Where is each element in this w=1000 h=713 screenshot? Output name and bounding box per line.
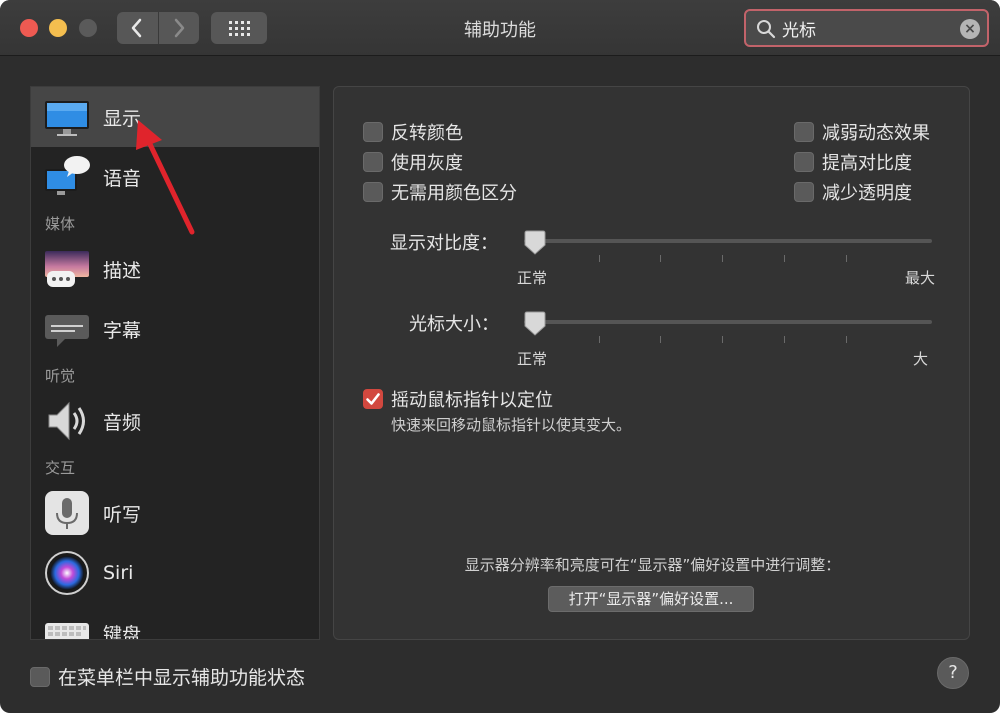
navigation-buttons <box>117 12 199 44</box>
display-contrast-slider-track[interactable] <box>524 239 932 243</box>
sidebar-item-display[interactable]: 显示 <box>31 87 319 147</box>
minimize-window-button[interactable] <box>49 19 67 37</box>
forward-button[interactable] <box>157 12 200 44</box>
checkbox-box[interactable] <box>794 182 814 202</box>
microphone-icon <box>43 489 91 537</box>
sidebar-item-audio[interactable]: 音频 <box>31 391 319 451</box>
zoom-window-button[interactable] <box>79 19 97 37</box>
slider-tick <box>660 255 661 262</box>
close-window-button[interactable] <box>20 19 38 37</box>
sidebar-item-label: 描述 <box>103 259 142 282</box>
sidebar-item-label: 语音 <box>103 167 142 190</box>
sidebar-item-label: 键盘 <box>103 623 142 640</box>
cursor-size-min-label: 正常 <box>517 350 548 368</box>
display-settings-panel: 反转颜色 使用灰度 无需用颜色区分 减弱动态效果 提高对比度 减少透明度 显示对… <box>333 86 970 640</box>
checkbox-label: 无需用颜色区分 <box>391 183 517 204</box>
checkmark-icon <box>366 393 380 405</box>
display-preferences-note: 显示器分辨率和亮度可在“显示器”偏好设置中进行调整： <box>464 556 841 574</box>
slider-tick <box>784 255 785 262</box>
sidebar: 显示 语音 媒体 描述 字幕 听觉 音频 交互 听写 Siri 键盘 <box>30 86 320 640</box>
sidebar-item-descriptions[interactable]: 描述 <box>31 239 319 299</box>
slider-tick <box>846 336 847 343</box>
display-contrast-slider-knob[interactable] <box>523 230 547 256</box>
sidebar-item-label: 显示 <box>103 107 142 130</box>
sidebar-item-label: 听写 <box>103 503 142 526</box>
description-icon <box>43 245 91 293</box>
sidebar-item-captions[interactable]: 字幕 <box>31 299 319 359</box>
search-input[interactable] <box>782 16 952 40</box>
cursor-size-max-label: 大 <box>913 350 929 368</box>
shake-to-locate-checkbox[interactable]: 摇动鼠标指针以定位 <box>363 386 553 412</box>
chevron-left-icon <box>132 18 142 38</box>
slider-tick <box>599 336 600 343</box>
section-header-hearing: 听觉 <box>45 367 76 385</box>
shake-to-locate-description: 快速来回移动鼠标指针以使其变大。 <box>391 416 632 434</box>
contrast-min-label: 正常 <box>517 269 548 287</box>
slider-tick <box>722 255 723 262</box>
use-grayscale-checkbox[interactable]: 使用灰度 <box>363 149 463 175</box>
increase-contrast-checkbox[interactable]: 提高对比度 <box>794 149 912 175</box>
system-preferences-window: 辅助功能 × 显示 <box>0 0 1000 713</box>
sidebar-item-keyboard[interactable]: 键盘 <box>31 603 319 640</box>
show-status-in-menu-bar-checkbox[interactable]: 在菜单栏中显示辅助功能状态 <box>30 663 305 690</box>
section-header-interaction: 交互 <box>45 459 76 477</box>
checkbox-label: 摇动鼠标指针以定位 <box>391 390 553 411</box>
sidebar-item-label: 音频 <box>103 411 142 434</box>
reduce-motion-checkbox[interactable]: 减弱动态效果 <box>794 119 930 145</box>
search-field[interactable]: × <box>744 9 989 47</box>
chevron-right-icon <box>174 18 184 38</box>
checkbox-box[interactable] <box>363 122 383 142</box>
slider-tick <box>722 336 723 343</box>
title-bar: 辅助功能 × <box>0 0 1000 56</box>
checkbox-label: 在菜单栏中显示辅助功能状态 <box>58 667 306 689</box>
checkbox-label: 使用灰度 <box>391 153 463 174</box>
invert-colors-checkbox[interactable]: 反转颜色 <box>363 119 463 145</box>
checkbox-box[interactable] <box>363 182 383 202</box>
checkbox-label: 减弱动态效果 <box>822 123 930 144</box>
checkbox-box[interactable] <box>30 666 50 687</box>
speaker-icon <box>43 397 91 445</box>
help-button[interactable]: ? <box>937 657 969 689</box>
search-icon <box>757 20 776 39</box>
checkbox-box[interactable] <box>794 152 814 172</box>
display-monitor-icon <box>43 93 91 141</box>
window-title: 辅助功能 <box>464 20 536 41</box>
section-header-media: 媒体 <box>45 215 76 233</box>
slider-tick <box>846 255 847 262</box>
open-display-preferences-button[interactable]: 打开“显示器”偏好设置... <box>548 586 754 612</box>
checkbox-box[interactable] <box>794 122 814 142</box>
clear-search-icon[interactable]: × <box>960 19 980 39</box>
keyboard-icon <box>43 609 91 639</box>
differentiate-without-color-checkbox[interactable]: 无需用颜色区分 <box>363 179 517 205</box>
checkbox-label: 减少透明度 <box>822 183 912 204</box>
sidebar-item-label: Siri <box>103 562 134 584</box>
sidebar-item-dictation[interactable]: 听写 <box>31 483 319 543</box>
captions-icon <box>43 305 91 353</box>
cursor-size-label: 光标大小： <box>409 314 499 335</box>
show-all-button[interactable] <box>211 12 267 44</box>
sidebar-item-label: 字幕 <box>103 319 142 342</box>
show-all-grid-icon <box>229 21 250 36</box>
checkbox-label: 提高对比度 <box>822 153 912 174</box>
checkbox-box[interactable] <box>363 152 383 172</box>
cursor-size-slider-track[interactable] <box>524 320 932 324</box>
speech-bubble-monitor-icon <box>43 153 91 201</box>
siri-icon <box>43 549 91 597</box>
contrast-max-label: 最大 <box>905 269 936 287</box>
back-button[interactable] <box>117 12 158 44</box>
sidebar-item-speech[interactable]: 语音 <box>31 147 319 207</box>
display-contrast-label: 显示对比度： <box>390 233 498 254</box>
cursor-size-slider-knob[interactable] <box>523 311 547 337</box>
slider-tick <box>660 336 661 343</box>
sidebar-item-siri[interactable]: Siri <box>31 543 319 603</box>
checkbox-label: 反转颜色 <box>391 123 463 144</box>
slider-tick <box>784 336 785 343</box>
reduce-transparency-checkbox[interactable]: 减少透明度 <box>794 179 912 205</box>
checkbox-box-checked[interactable] <box>363 389 383 409</box>
slider-tick <box>599 255 600 262</box>
